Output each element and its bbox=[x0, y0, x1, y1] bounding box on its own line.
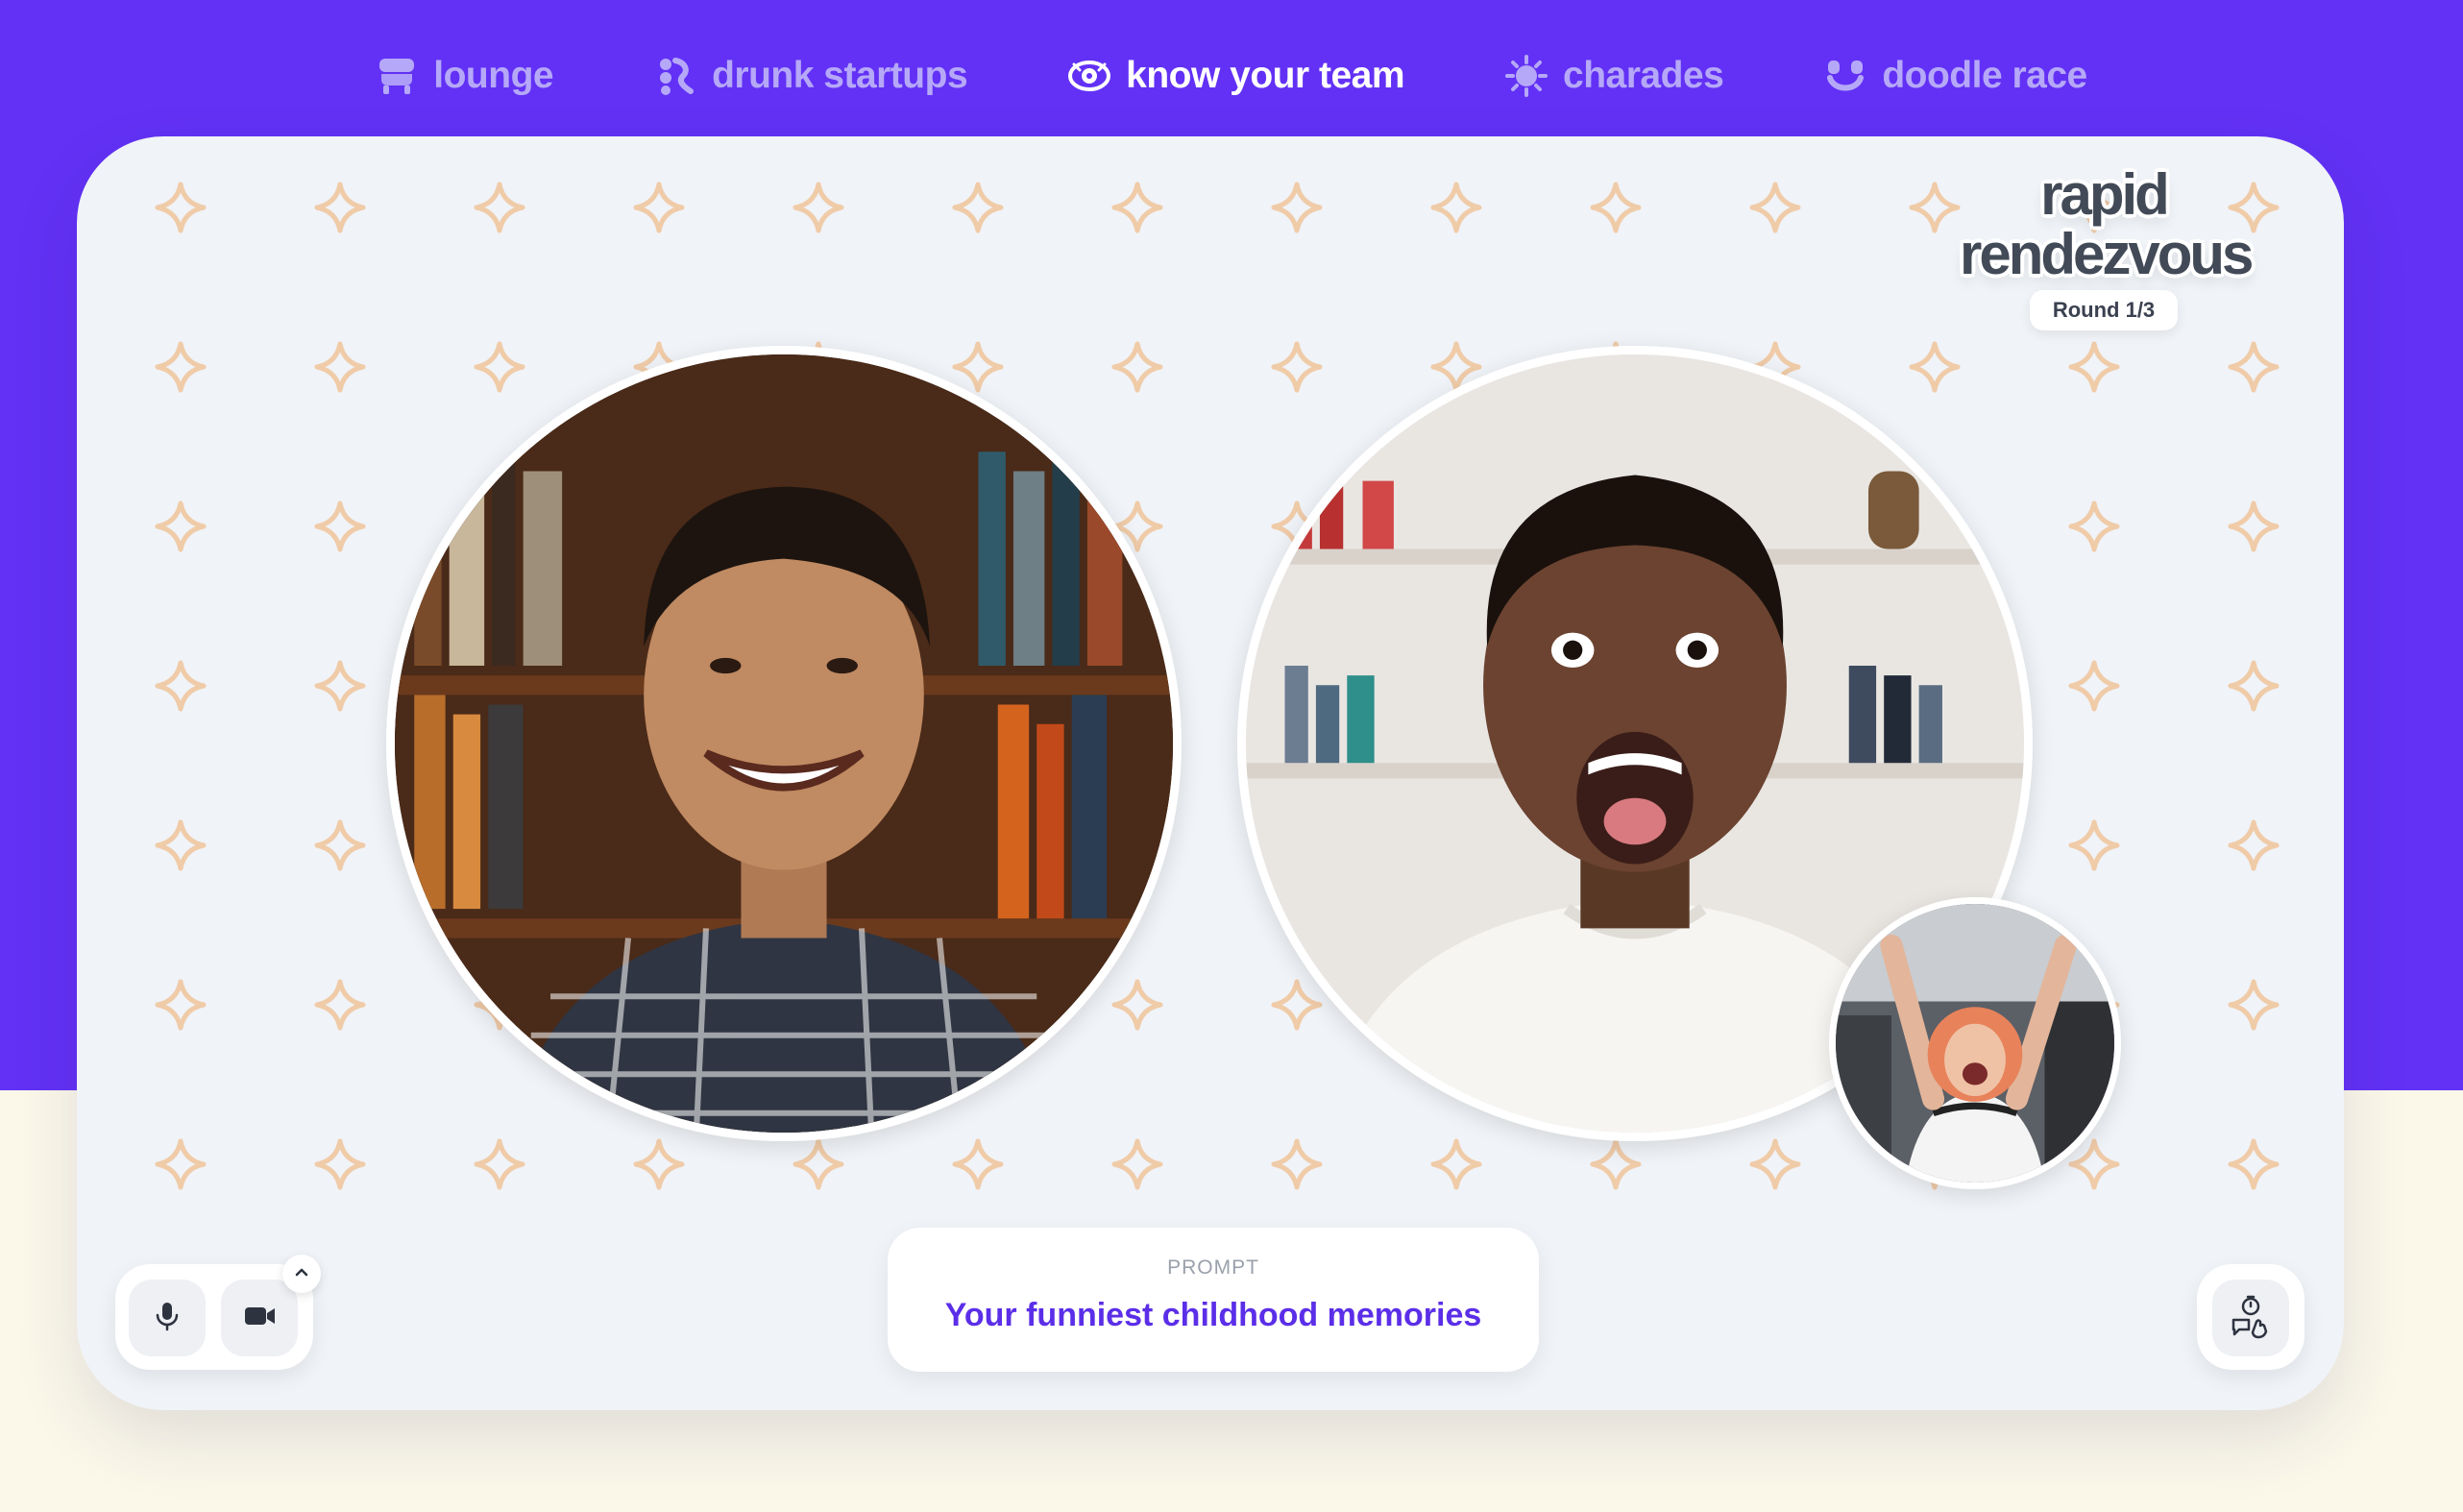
sparkle-shape bbox=[1912, 184, 1958, 231]
sparkle-shape bbox=[2071, 663, 2117, 709]
game-nav: lounge drunk startups know your team cha… bbox=[0, 0, 2463, 144]
sparkle-shape bbox=[317, 503, 363, 549]
sparkle-shape bbox=[158, 503, 204, 549]
self-video bbox=[1829, 897, 2121, 1189]
nav-item-lounge[interactable]: lounge bbox=[376, 47, 554, 97]
sparkle-shape bbox=[317, 822, 363, 868]
sparkle-shape bbox=[1114, 982, 1160, 1028]
device-options-button[interactable] bbox=[282, 1255, 321, 1293]
round-badge: Round 1/3 bbox=[2029, 290, 2179, 330]
sparkle-shape bbox=[476, 1141, 523, 1187]
sparkle-shape bbox=[955, 1141, 1001, 1187]
sparkle-shape bbox=[955, 184, 1001, 231]
sparkle-shape bbox=[2231, 344, 2277, 390]
sparkle-shape bbox=[317, 663, 363, 709]
nav-item-charades[interactable]: charades bbox=[1505, 47, 1724, 97]
prompt-card: PROMPT Your funniest childhood memories bbox=[888, 1228, 1539, 1372]
sparkle-shape bbox=[2231, 822, 2277, 868]
sparkle-shape bbox=[2231, 1141, 2277, 1187]
sparkle-shape bbox=[2231, 982, 2277, 1028]
game-stage: rapid rendezvous Round 1/3 PROMPT Your f… bbox=[77, 136, 2344, 1410]
sparkle-shape bbox=[476, 184, 523, 231]
sparkle-shape bbox=[2071, 344, 2117, 390]
charades-icon bbox=[1505, 55, 1549, 97]
sparkle-shape bbox=[1752, 1141, 1798, 1187]
doodle-race-icon bbox=[1824, 55, 1866, 97]
sparkle-shape bbox=[158, 1141, 204, 1187]
sparkle-shape bbox=[158, 663, 204, 709]
lounge-icon bbox=[376, 55, 418, 97]
microphone-icon bbox=[150, 1299, 184, 1338]
game-title-line1: rapid bbox=[2040, 162, 2170, 227]
know-your-team-icon bbox=[1068, 55, 1111, 97]
mic-button[interactable] bbox=[129, 1280, 206, 1356]
sparkle-shape bbox=[2231, 663, 2277, 709]
sparkle-shape bbox=[1114, 344, 1160, 390]
sparkle-shape bbox=[1274, 184, 1320, 231]
game-title-line2: rendezvous bbox=[1960, 222, 2254, 286]
game-title: rapid rendezvous Round 1/3 bbox=[1960, 162, 2254, 330]
nav-label-drunk-startups: drunk startups bbox=[712, 55, 968, 96]
sparkle-shape bbox=[1274, 344, 1320, 390]
nav-label-know-your-team: know your team bbox=[1126, 55, 1405, 96]
sparkle-shape bbox=[1593, 184, 1639, 231]
sparkle-shape bbox=[1114, 184, 1160, 231]
sparkle-shape bbox=[795, 184, 841, 231]
nav-label-lounge: lounge bbox=[433, 55, 554, 96]
sparkle-shape bbox=[1912, 344, 1958, 390]
sparkle-shape bbox=[317, 1141, 363, 1187]
sparkle-shape bbox=[1114, 1141, 1160, 1187]
sparkle-shape bbox=[2071, 503, 2117, 549]
sparkle-shape bbox=[2071, 822, 2117, 868]
sparkle-shape bbox=[1274, 1141, 1320, 1187]
prompt-label: PROMPT bbox=[1167, 1256, 1259, 1279]
sparkle-shape bbox=[158, 822, 204, 868]
sparkle-shape bbox=[636, 1141, 682, 1187]
sparkle-shape bbox=[2231, 503, 2277, 549]
nav-item-drunk-startups[interactable]: drunk startups bbox=[654, 47, 968, 97]
sparkle-shape bbox=[1752, 184, 1798, 231]
drunk-startups-icon bbox=[654, 55, 696, 97]
sparkle-shape bbox=[955, 344, 1001, 390]
chevron-up-icon bbox=[292, 1262, 311, 1286]
sparkle-shape bbox=[1274, 982, 1320, 1028]
timer-chat-button[interactable] bbox=[2212, 1280, 2289, 1356]
participant-video-left bbox=[386, 346, 1182, 1141]
sparkle-shape bbox=[317, 344, 363, 390]
sparkle-shape bbox=[795, 1141, 841, 1187]
timer-controls bbox=[2197, 1264, 2304, 1370]
sparkle-shape bbox=[317, 982, 363, 1028]
sparkle-shape bbox=[158, 982, 204, 1028]
sparkle-shape bbox=[317, 184, 363, 231]
video-camera-icon bbox=[242, 1299, 277, 1338]
sparkle-shape bbox=[2071, 1141, 2117, 1187]
sparkle-shape bbox=[158, 184, 204, 231]
sparkle-shape bbox=[1433, 1141, 1479, 1187]
prompt-text: Your funniest childhood memories bbox=[944, 1297, 1482, 1333]
nav-label-charades: charades bbox=[1563, 55, 1724, 96]
sparkle-shape bbox=[636, 184, 682, 231]
timer-chat-icon bbox=[2228, 1293, 2274, 1344]
nav-item-know-your-team[interactable]: know your team bbox=[1068, 47, 1405, 97]
sparkle-shape bbox=[476, 344, 523, 390]
sparkle-shape bbox=[1593, 1141, 1639, 1187]
sparkle-shape bbox=[1433, 184, 1479, 231]
camera-button[interactable] bbox=[221, 1280, 298, 1356]
nav-label-doodle-race: doodle race bbox=[1882, 55, 2087, 96]
sparkle-shape bbox=[158, 344, 204, 390]
nav-item-doodle-race[interactable]: doodle race bbox=[1824, 47, 2087, 97]
